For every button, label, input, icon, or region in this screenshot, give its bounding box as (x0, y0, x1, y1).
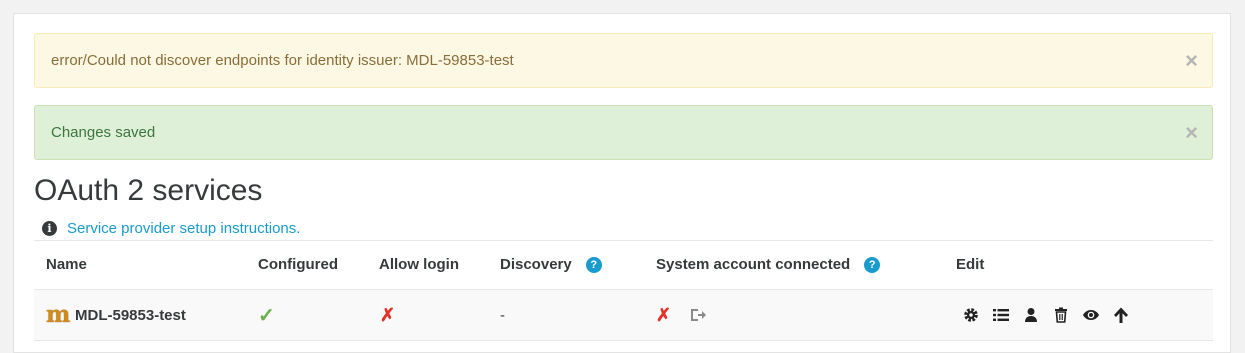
main-card: error/Could not discover endpoints for i… (13, 13, 1231, 353)
setup-instructions-link[interactable]: Service provider setup instructions. (67, 220, 300, 237)
eye-icon[interactable] (1082, 306, 1100, 324)
help-icon[interactable]: ? (864, 257, 881, 273)
header-system-account-label: System account connected (656, 256, 851, 273)
table-header: Name Configured Allow login Discovery ? … (34, 240, 1213, 290)
check-icon: ✓ (258, 304, 275, 327)
help-icon[interactable]: ? (585, 257, 602, 273)
connect-system-account-icon[interactable] (689, 306, 707, 324)
header-configured: Configured (258, 256, 338, 273)
header-discovery: Discovery ? (500, 241, 602, 289)
close-icon[interactable]: × (1185, 106, 1198, 160)
service-name: MDL-59853-test (75, 306, 186, 324)
gear-icon[interactable] (962, 306, 980, 324)
edit-actions-cell (962, 290, 1142, 340)
table-row: m MDL-59853-test ✓ ✗ - ✗ (34, 290, 1213, 341)
success-alert: Changes saved × (34, 105, 1213, 160)
close-icon[interactable]: × (1185, 34, 1198, 88)
header-name: Name (46, 256, 87, 273)
header-discovery-label: Discovery (500, 256, 572, 273)
success-alert-message: Changes saved (51, 124, 156, 141)
setup-info: i Service provider setup instructions. (42, 220, 300, 237)
header-edit: Edit (956, 256, 985, 273)
cross-icon: ✗ (656, 304, 672, 325)
configured-cell: ✓ (258, 290, 275, 340)
arrow-up-icon[interactable] (1112, 306, 1130, 324)
warning-alert-message: error/Could not discover endpoints for i… (51, 52, 514, 69)
service-logo: m (46, 301, 71, 328)
page-title: OAuth 2 services (34, 174, 263, 207)
allow-login-cell: ✗ (380, 290, 395, 340)
info-circle-icon: i (42, 221, 57, 236)
trash-icon[interactable] (1052, 306, 1070, 324)
cross-icon: ✗ (380, 304, 396, 325)
services-table: Name Configured Allow login Discovery ? … (34, 240, 1213, 341)
user-icon[interactable] (1022, 306, 1040, 324)
system-account-cell: ✗ (656, 290, 719, 340)
header-system-account: System account connected ? (656, 241, 881, 289)
discovery-cell: - (500, 290, 505, 340)
discovery-value: - (500, 306, 505, 324)
header-allow-login: Allow login (379, 256, 459, 273)
warning-alert: error/Could not discover endpoints for i… (34, 33, 1213, 88)
service-name-cell: m MDL-59853-test (46, 290, 186, 340)
list-icon[interactable] (992, 306, 1010, 324)
